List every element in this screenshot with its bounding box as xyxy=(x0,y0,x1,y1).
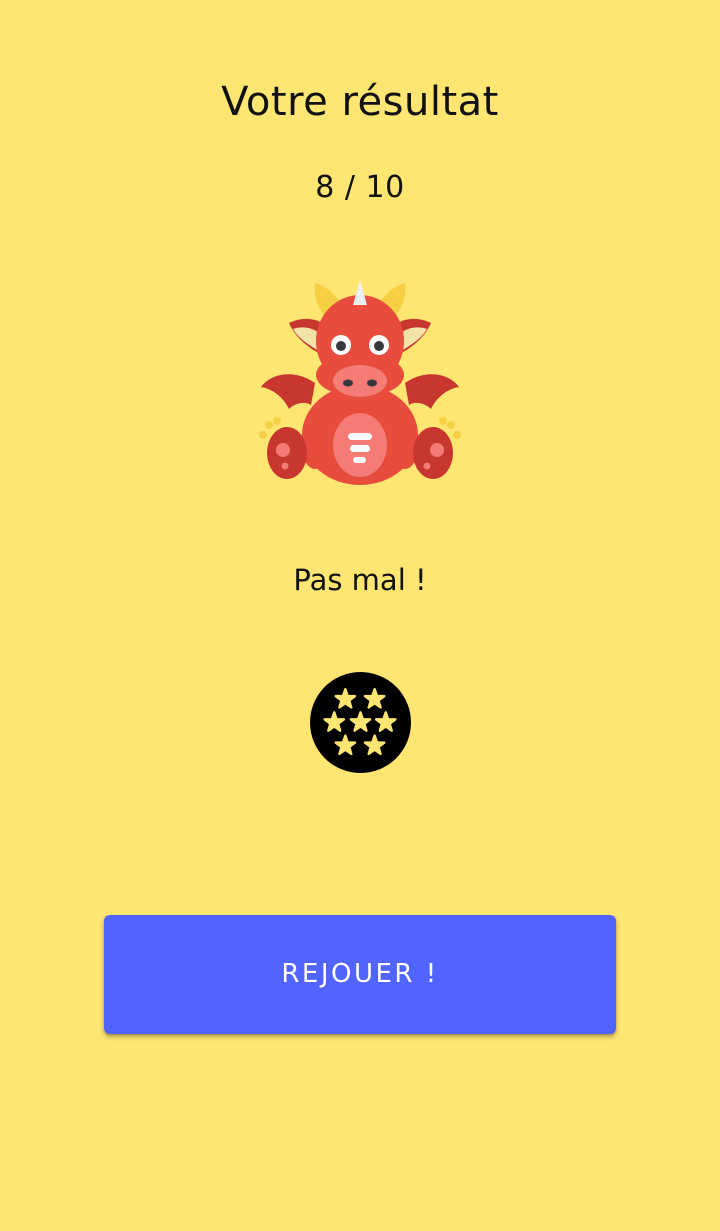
dragon-icon xyxy=(259,280,461,485)
score-text: 8 / 10 xyxy=(315,170,405,205)
replay-button[interactable]: REJOUER ! xyxy=(104,915,616,1034)
page-title: Votre résultat xyxy=(221,79,499,125)
seven-stars-icon xyxy=(310,672,411,773)
result-message: Pas mal ! xyxy=(293,563,427,597)
result-screen: Votre résultat 8 / 10 Pas mal ! REJOUER … xyxy=(0,0,720,1231)
